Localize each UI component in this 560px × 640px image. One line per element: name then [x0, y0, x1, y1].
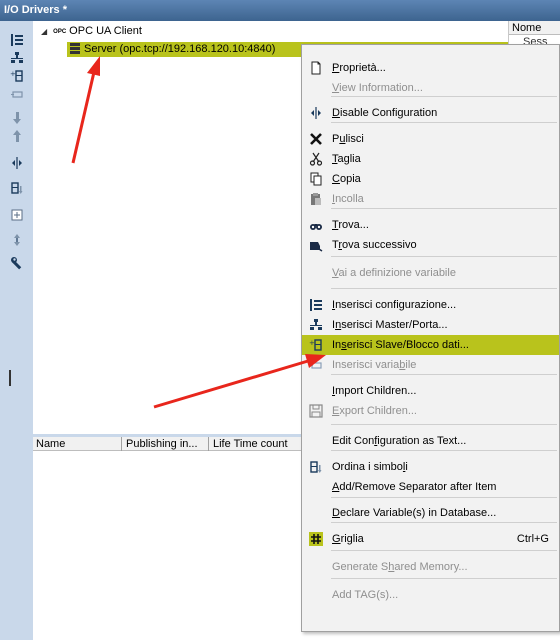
- menu-item-label: Ordina i simboli: [332, 461, 408, 473]
- menu-item-view-information: View Information...: [302, 78, 559, 98]
- scissors-icon: [309, 152, 323, 166]
- menu-item-disable-configuration[interactable]: Disable Configuration: [302, 103, 559, 123]
- property-page-icon: [309, 61, 323, 75]
- toolbar-sidebar: +: [0, 21, 33, 640]
- link-broken-icon: [309, 106, 323, 120]
- tree-item-label: Server (opc.tcp://192.168.120.10:4840): [84, 43, 276, 55]
- menu-item-label: Add/Remove Separator after Item: [332, 481, 497, 493]
- menu-separator: [331, 256, 557, 257]
- move-up-icon[interactable]: [10, 129, 24, 143]
- wrench-icon[interactable]: [10, 256, 24, 270]
- find-next-icon: [309, 238, 323, 252]
- menu-item-label: Trova...: [332, 219, 369, 231]
- menu-item-label: Disable Configuration: [332, 107, 438, 119]
- sort-symbols-icon: [309, 460, 323, 474]
- menu-item-taglia[interactable]: Taglia: [302, 149, 559, 169]
- menu-item-label: Inserisci Master/Porta...: [332, 319, 448, 331]
- menu-item-label: Inserisci Slave/Blocco dati...: [332, 339, 469, 351]
- insert-slave-icon[interactable]: +: [10, 69, 24, 83]
- opc-icon: OPC: [53, 29, 67, 35]
- menu-item-declare-variable-s-in-database[interactable]: Declare Variable(s) in Database...: [302, 503, 559, 523]
- window-title: I/O Drivers *: [0, 0, 560, 21]
- column-header-publishing[interactable]: Publishing in...: [126, 438, 198, 450]
- insert-master-icon: [309, 318, 323, 332]
- menu-item-inserisci-slave-blocco-dati[interactable]: + Inserisci Slave/Blocco dati...: [302, 335, 559, 355]
- move-down-icon[interactable]: [10, 111, 24, 125]
- svg-text:+: +: [10, 70, 16, 78]
- menu-item-griglia[interactable]: Griglia Ctrl+G: [302, 529, 559, 549]
- menu-separator: [331, 288, 557, 289]
- menu-item-label: Import Children...: [332, 385, 417, 397]
- insert-variable-icon: [309, 358, 323, 372]
- binoculars-icon: [309, 218, 323, 232]
- menu-item-copia[interactable]: Copia: [302, 169, 559, 189]
- menu-item-pulisci[interactable]: Pulisci: [302, 129, 559, 149]
- svg-text:+: +: [309, 339, 315, 347]
- column-header-name[interactable]: Name: [36, 438, 65, 450]
- menu-item-ordina-i-simboli[interactable]: Ordina i simboli: [302, 457, 559, 477]
- menu-item-label: Edit Configuration as Text...: [332, 435, 467, 447]
- menu-item-label: Vai a definizione variabile: [332, 267, 456, 279]
- menu-item-label: Copia: [332, 173, 361, 185]
- link-broken-icon[interactable]: [10, 156, 24, 170]
- menu-item-add-remove-separator-after-item[interactable]: Add/Remove Separator after Item: [302, 477, 559, 497]
- menu-item-label: Incolla: [332, 193, 364, 205]
- menu-separator: [331, 578, 557, 579]
- insert-master-icon[interactable]: [10, 51, 24, 65]
- server-icon: [70, 43, 80, 57]
- save-icon: [309, 404, 323, 418]
- menu-item-vai-a-definizione-variabile: Vai a definizione variabile: [302, 263, 559, 283]
- copy-icon: [309, 172, 323, 186]
- menu-separator: [331, 550, 557, 551]
- menu-item-export-children: Export Children...: [302, 401, 559, 421]
- sort-symbols-icon[interactable]: [10, 181, 24, 195]
- menu-item-propriet[interactable]: Proprietà...: [302, 58, 559, 78]
- menu-item-trova[interactable]: Trova...: [302, 215, 559, 235]
- paste-icon: [309, 192, 323, 206]
- menu-item-inserisci-configurazione[interactable]: Inserisci configurazione...: [302, 295, 559, 315]
- menu-item-label: Inserisci configurazione...: [332, 299, 457, 311]
- grid-icon: [309, 532, 323, 546]
- menu-separator: [331, 424, 557, 425]
- menu-item-label: Export Children...: [332, 405, 417, 417]
- column-header-lifetime[interactable]: Life Time count: [213, 438, 288, 450]
- insert-variable-icon[interactable]: [10, 87, 24, 101]
- menu-item-label: Proprietà...: [332, 62, 386, 74]
- tree-item-label: OPC UA Client: [69, 25, 142, 37]
- menu-item-edit-configuration-as-text[interactable]: Edit Configuration as Text...: [302, 431, 559, 451]
- context-menu: Proprietà... View Information... Disable C…: [301, 44, 560, 632]
- menu-item-import-children[interactable]: Import Children...: [302, 381, 559, 401]
- menu-item-label: Taglia: [332, 153, 361, 165]
- menu-item-shortcut: Ctrl+G: [516, 533, 549, 545]
- menu-item-label: Declare Variable(s) in Database...: [332, 507, 497, 519]
- expand-icon[interactable]: [10, 208, 24, 222]
- menu-item-label: Trova successivo: [332, 239, 417, 251]
- menu-item-label: Inserisci variabile: [332, 359, 417, 371]
- move-vertical-icon[interactable]: [10, 233, 24, 247]
- column-divider[interactable]: [121, 437, 122, 451]
- menu-item-label: Pulisci: [332, 133, 364, 145]
- menu-separator: [331, 497, 557, 498]
- menu-item-label: Generate Shared Memory...: [332, 561, 468, 573]
- insert-slave-icon: +: [309, 338, 323, 352]
- insert-config-icon[interactable]: [10, 33, 24, 47]
- tree-item-opc-ua-client[interactable]: ◢ OPC OPC UA Client: [41, 25, 142, 40]
- menu-item-trova-successivo[interactable]: Trova successivo: [302, 235, 559, 255]
- menu-item-incolla: Incolla: [302, 189, 559, 209]
- menu-item-inserisci-master-porta[interactable]: Inserisci Master/Porta...: [302, 315, 559, 335]
- delete-x-icon: [309, 132, 323, 146]
- menu-item-generate-shared-memory: Generate Shared Memory...: [302, 557, 559, 577]
- column-header-nome[interactable]: Nome: [509, 21, 560, 35]
- collapse-arrow-icon[interactable]: ◢: [41, 27, 47, 36]
- menu-item-label: View Information...: [332, 82, 423, 94]
- panel-splitter-marker: [9, 370, 11, 386]
- menu-item-label: Add TAG(s)...: [332, 589, 399, 601]
- menu-item-add-tag-s: Add TAG(s)...: [302, 585, 559, 605]
- menu-item-label: Griglia: [332, 533, 364, 545]
- column-divider[interactable]: [208, 437, 209, 451]
- insert-config-icon: [309, 298, 323, 312]
- menu-item-inserisci-variabile: Inserisci variabile: [302, 355, 559, 375]
